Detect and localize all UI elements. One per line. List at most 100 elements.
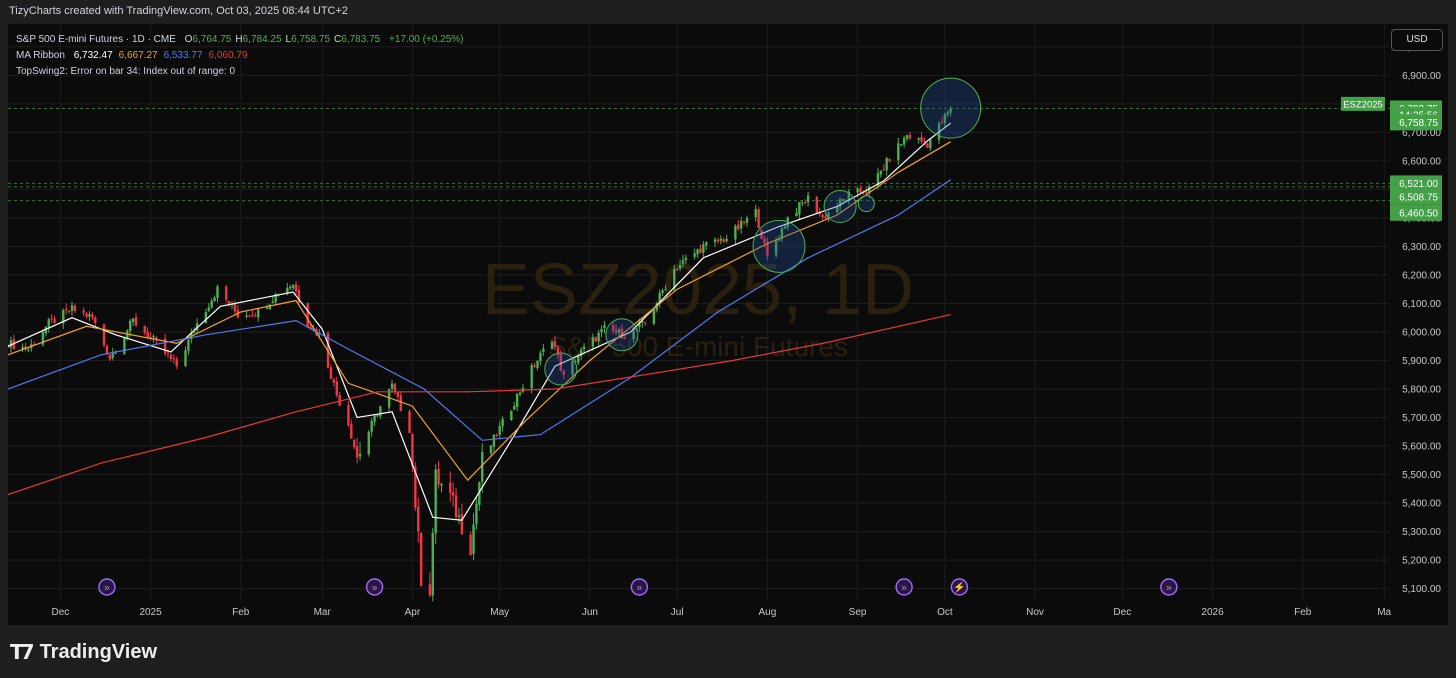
candle	[734, 224, 737, 245]
candle	[88, 311, 91, 321]
candle-body	[94, 317, 97, 323]
y-tick-label: 5,700.00	[1402, 413, 1441, 424]
candle-body	[460, 514, 464, 535]
candle-body	[681, 260, 685, 264]
legend-symbol-row: S&P 500 E-mini Futures · 1D · CME O6,764…	[16, 32, 464, 48]
candle-body	[306, 303, 309, 328]
candle-body	[245, 315, 248, 317]
candle	[518, 390, 522, 397]
candle-body	[742, 221, 746, 223]
candle-body	[379, 406, 382, 417]
candle-body	[329, 367, 333, 379]
candle	[204, 308, 208, 324]
candle	[757, 206, 760, 229]
candle	[216, 284, 219, 303]
top-bar: TizyCharts created with TradingView.com,…	[0, 0, 1456, 24]
ma-value: 6,732.47	[73, 50, 113, 61]
candle-body	[489, 445, 493, 454]
candle-body	[515, 394, 519, 407]
candle-body	[347, 404, 350, 426]
candle-body	[431, 533, 434, 596]
candle-body	[166, 352, 170, 354]
candle	[91, 312, 94, 321]
candle-body	[175, 359, 178, 367]
candle-body	[64, 308, 68, 310]
candle-body	[600, 328, 603, 333]
candle	[254, 312, 257, 317]
candle-body	[603, 325, 606, 329]
swing-circle	[605, 318, 639, 352]
time-axis[interactable]: Dec 2025 Feb Mar Apr May Jun Jul Aug Sep Oct Nov Dec…	[51, 607, 1391, 618]
candle-body	[929, 139, 932, 149]
ma-value: 6,667.27	[118, 50, 158, 61]
dividend-icon[interactable]: »	[1160, 578, 1178, 596]
candle	[815, 196, 819, 214]
ma-ribbon-label: MA Ribbon	[16, 50, 65, 61]
chart-area[interactable]: ESZ2025, 1D S&P 500 E-mini Futures » » » » ⚡…	[8, 24, 1448, 625]
candle-body	[291, 284, 295, 289]
candle-body	[469, 534, 472, 556]
candle	[338, 391, 341, 407]
candle	[236, 304, 240, 319]
candle-body	[47, 319, 50, 328]
candle	[434, 464, 437, 544]
candle-body	[111, 353, 114, 358]
y-tick-label: 6,200.00	[1402, 270, 1441, 281]
candle	[739, 216, 743, 234]
price-chart[interactable]: ESZ2025, 1D S&P 500 E-mini Futures » » » » ⚡…	[8, 24, 1448, 625]
candle	[737, 219, 740, 231]
candle-body	[85, 313, 88, 317]
dividend-icon[interactable]: »	[98, 578, 116, 596]
candle-body	[332, 379, 336, 383]
candle	[920, 132, 923, 145]
candle	[539, 350, 542, 366]
dividend-icon[interactable]: »	[365, 578, 384, 596]
candle-body	[492, 434, 496, 447]
event-marker-glyph: »	[104, 583, 110, 594]
candle	[21, 343, 24, 352]
brand-name: TradingView	[39, 640, 158, 663]
y-tick-label: 5,300.00	[1402, 527, 1441, 538]
candle	[230, 301, 234, 310]
candle	[716, 237, 720, 244]
candle	[353, 439, 356, 450]
candle	[347, 400, 350, 427]
candle-body	[128, 320, 132, 332]
dividend-icon[interactable]: »	[895, 578, 913, 596]
candle	[475, 496, 478, 530]
candle	[900, 143, 903, 147]
price-label-text: 6,758.75	[1399, 118, 1438, 129]
candle	[332, 377, 336, 387]
y-tick-label: 6,000.00	[1402, 327, 1441, 338]
candle-body	[803, 202, 807, 204]
candle	[542, 343, 545, 356]
candle	[82, 307, 85, 317]
event-markers[interactable]: » » » » ⚡ »	[98, 578, 1178, 596]
candle-body	[108, 355, 112, 360]
event-marker-glyph: »	[1166, 583, 1172, 594]
indicator-error: TopSwing2: Error on bar 34: Index out of…	[16, 66, 236, 77]
candle	[885, 156, 888, 176]
candle-body	[187, 339, 190, 351]
candle-body	[123, 337, 126, 354]
candle	[210, 298, 213, 310]
candle	[146, 327, 149, 339]
currency-button[interactable]: USD	[1391, 29, 1443, 51]
price-label-text: 6,521.00	[1399, 179, 1438, 190]
tradingview-logo[interactable]: T7 TradingView	[10, 640, 157, 664]
candle-body	[702, 244, 705, 253]
y-tick-label: 5,500.00	[1402, 470, 1441, 481]
candle	[233, 300, 237, 315]
earnings-icon[interactable]: ⚡	[950, 578, 969, 596]
candle-body	[216, 286, 219, 299]
dividend-icon[interactable]: »	[630, 578, 649, 596]
price-level-lines	[8, 107, 1390, 202]
candle-body	[399, 395, 402, 411]
x-tick-label: Ma	[1377, 607, 1391, 618]
candle	[47, 317, 50, 333]
candle	[213, 295, 216, 302]
candle-body	[882, 169, 885, 171]
candle	[271, 296, 274, 304]
candle-body	[591, 337, 595, 347]
candle	[902, 135, 906, 148]
